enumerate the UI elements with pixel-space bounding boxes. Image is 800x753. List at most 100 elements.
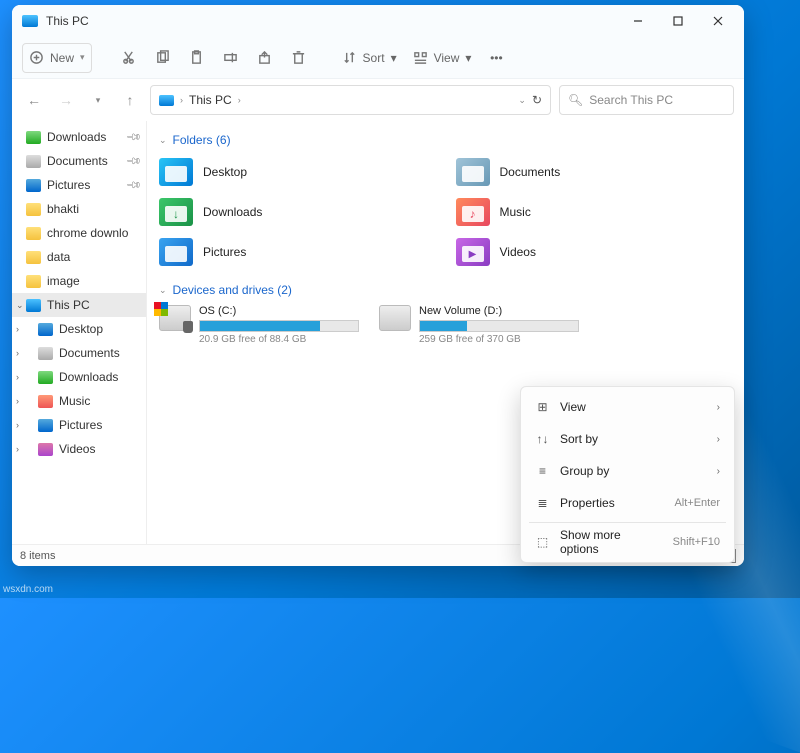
- chevron-right-icon[interactable]: ›: [16, 372, 19, 382]
- copy-button[interactable]: [148, 43, 178, 73]
- chevron-right-icon: ›: [238, 95, 241, 105]
- folder-pictures[interactable]: Pictures: [159, 235, 436, 269]
- folder-icon: [26, 227, 41, 240]
- sidebar-item-image[interactable]: image: [12, 269, 146, 293]
- menu-item-label: Sort by: [560, 432, 598, 446]
- refresh-button[interactable]: ↻: [532, 93, 542, 107]
- maximize-button[interactable]: [658, 7, 698, 35]
- menu-shortcut: Alt+Enter: [674, 497, 720, 509]
- folder-icon: [456, 198, 490, 226]
- folder-documents[interactable]: Documents: [456, 155, 733, 189]
- chevron-right-icon: ›: [717, 402, 720, 413]
- sidebar-item-pictures[interactable]: ›Pictures: [12, 413, 146, 437]
- delete-button[interactable]: [284, 43, 314, 73]
- chevron-down-icon: ▾: [391, 51, 397, 65]
- folder-icon: [26, 203, 41, 216]
- sidebar-item-chrome downlo[interactable]: chrome downlo: [12, 221, 146, 245]
- sidebar-item-bhakti[interactable]: bhakti: [12, 197, 146, 221]
- back-button[interactable]: ←: [22, 88, 46, 112]
- new-button[interactable]: New ▾: [22, 43, 92, 73]
- sidebar: Downloads 📌︎ Documents 📌︎ Pictures📌︎bhaktich…: [12, 121, 147, 544]
- folder-label: Documents: [500, 165, 561, 179]
- sidebar-item-downloads[interactable]: › Downloads: [12, 365, 146, 389]
- this-pc-icon: [26, 299, 41, 312]
- folder-label: Downloads: [203, 205, 262, 219]
- titlebar[interactable]: This PC: [12, 5, 744, 37]
- folder-icon: [26, 275, 41, 288]
- drive-icon: [379, 305, 411, 331]
- folder-icon: [159, 158, 193, 186]
- sidebar-item-label: Desktop: [59, 322, 103, 336]
- close-button[interactable]: [698, 7, 738, 35]
- sidebar-item-music[interactable]: ›Music: [12, 389, 146, 413]
- capacity-bar: [199, 320, 359, 332]
- sidebar-item-pictures[interactable]: Pictures📌︎: [12, 173, 146, 197]
- folder-icon: [26, 155, 41, 168]
- sidebar-item-label: Documents: [47, 154, 108, 168]
- minimize-button[interactable]: [618, 7, 658, 35]
- sidebar-item-documents[interactable]: Documents 📌︎: [12, 149, 146, 173]
- folder-icon: [38, 395, 53, 408]
- sidebar-item-videos[interactable]: ›Videos: [12, 437, 146, 461]
- chevron-right-icon[interactable]: ›: [16, 324, 19, 334]
- window-title: This PC: [46, 14, 618, 28]
- folder-icon: [159, 238, 193, 266]
- chevron-right-icon[interactable]: ›: [16, 396, 19, 406]
- capacity-bar: [419, 320, 579, 332]
- menu-item-label: Group by: [560, 464, 609, 478]
- menu-item-view[interactable]: ⊞View›: [525, 391, 730, 423]
- menu-item-show more options[interactable]: ⬚Show more optionsShift+F10: [525, 526, 730, 558]
- up-button[interactable]: ↑: [118, 88, 142, 112]
- breadcrumb-this-pc[interactable]: This PC: [189, 93, 232, 107]
- address-bar[interactable]: › This PC › ⌄ ↻: [150, 85, 551, 115]
- folder-music[interactable]: Music: [456, 195, 733, 229]
- folder-icon: [38, 371, 53, 384]
- folder-icon: [456, 238, 490, 266]
- chevron-right-icon[interactable]: ›: [16, 444, 19, 454]
- view-button[interactable]: View ▾: [407, 43, 478, 73]
- menu-item-sort by[interactable]: ↑↓Sort by›: [525, 423, 730, 455]
- menu-item-label: View: [560, 400, 586, 414]
- folder-label: Music: [500, 205, 531, 219]
- this-pc-icon: [22, 15, 38, 27]
- sidebar-item-documents[interactable]: ›Documents: [12, 341, 146, 365]
- chevron-down-icon[interactable]: ⌄: [16, 300, 24, 311]
- forward-button[interactable]: →: [54, 88, 78, 112]
- drive-name: New Volume (D:): [419, 305, 579, 317]
- menu-item-label: Show more options: [560, 528, 663, 556]
- folder-desktop[interactable]: Desktop: [159, 155, 436, 189]
- paste-button[interactable]: [182, 43, 212, 73]
- drives-group-header[interactable]: ⌄Devices and drives (2): [159, 283, 732, 297]
- search-box[interactable]: 🔍︎ Search This PC: [559, 85, 734, 115]
- more-button[interactable]: •••: [481, 43, 511, 73]
- chevron-down-icon[interactable]: ⌄: [518, 95, 526, 106]
- sidebar-item-data[interactable]: data: [12, 245, 146, 269]
- sidebar-item-label: Downloads: [47, 130, 106, 144]
- pin-icon: 📌︎: [125, 129, 142, 146]
- this-pc-icon: [159, 95, 174, 106]
- menu-icon: ≡: [535, 464, 550, 479]
- sort-button[interactable]: Sort ▾: [336, 43, 403, 73]
- sidebar-item-label: Downloads: [59, 370, 118, 384]
- chevron-right-icon[interactable]: ›: [16, 420, 19, 430]
- sidebar-item-downloads[interactable]: Downloads 📌︎: [12, 125, 146, 149]
- share-button[interactable]: [250, 43, 280, 73]
- sidebar-item-this-pc[interactable]: ⌄This PC: [12, 293, 146, 317]
- drive-OS (C:)[interactable]: OS (C:)20.9 GB free of 88.4 GB: [159, 305, 359, 345]
- context-menu: ⊞View›↑↓Sort by›≡Group by›≣PropertiesAlt…: [520, 386, 735, 563]
- pin-icon: 📌︎: [125, 153, 142, 170]
- cut-button[interactable]: [114, 43, 144, 73]
- menu-icon: ⬚: [535, 535, 550, 550]
- menu-item-group by[interactable]: ≡Group by›: [525, 455, 730, 487]
- recent-button[interactable]: ▾: [86, 88, 110, 112]
- folder-label: Videos: [500, 245, 536, 259]
- folder-label: Pictures: [203, 245, 246, 259]
- rename-button[interactable]: [216, 43, 246, 73]
- drive-New Volume (D:)[interactable]: New Volume (D:)259 GB free of 370 GB: [379, 305, 579, 345]
- folders-group-header[interactable]: ⌄Folders (6): [159, 133, 732, 147]
- folder-videos[interactable]: Videos: [456, 235, 733, 269]
- folder-downloads[interactable]: Downloads: [159, 195, 436, 229]
- chevron-right-icon[interactable]: ›: [16, 348, 19, 358]
- menu-item-properties[interactable]: ≣PropertiesAlt+Enter: [525, 487, 730, 519]
- sidebar-item-desktop[interactable]: › Desktop: [12, 317, 146, 341]
